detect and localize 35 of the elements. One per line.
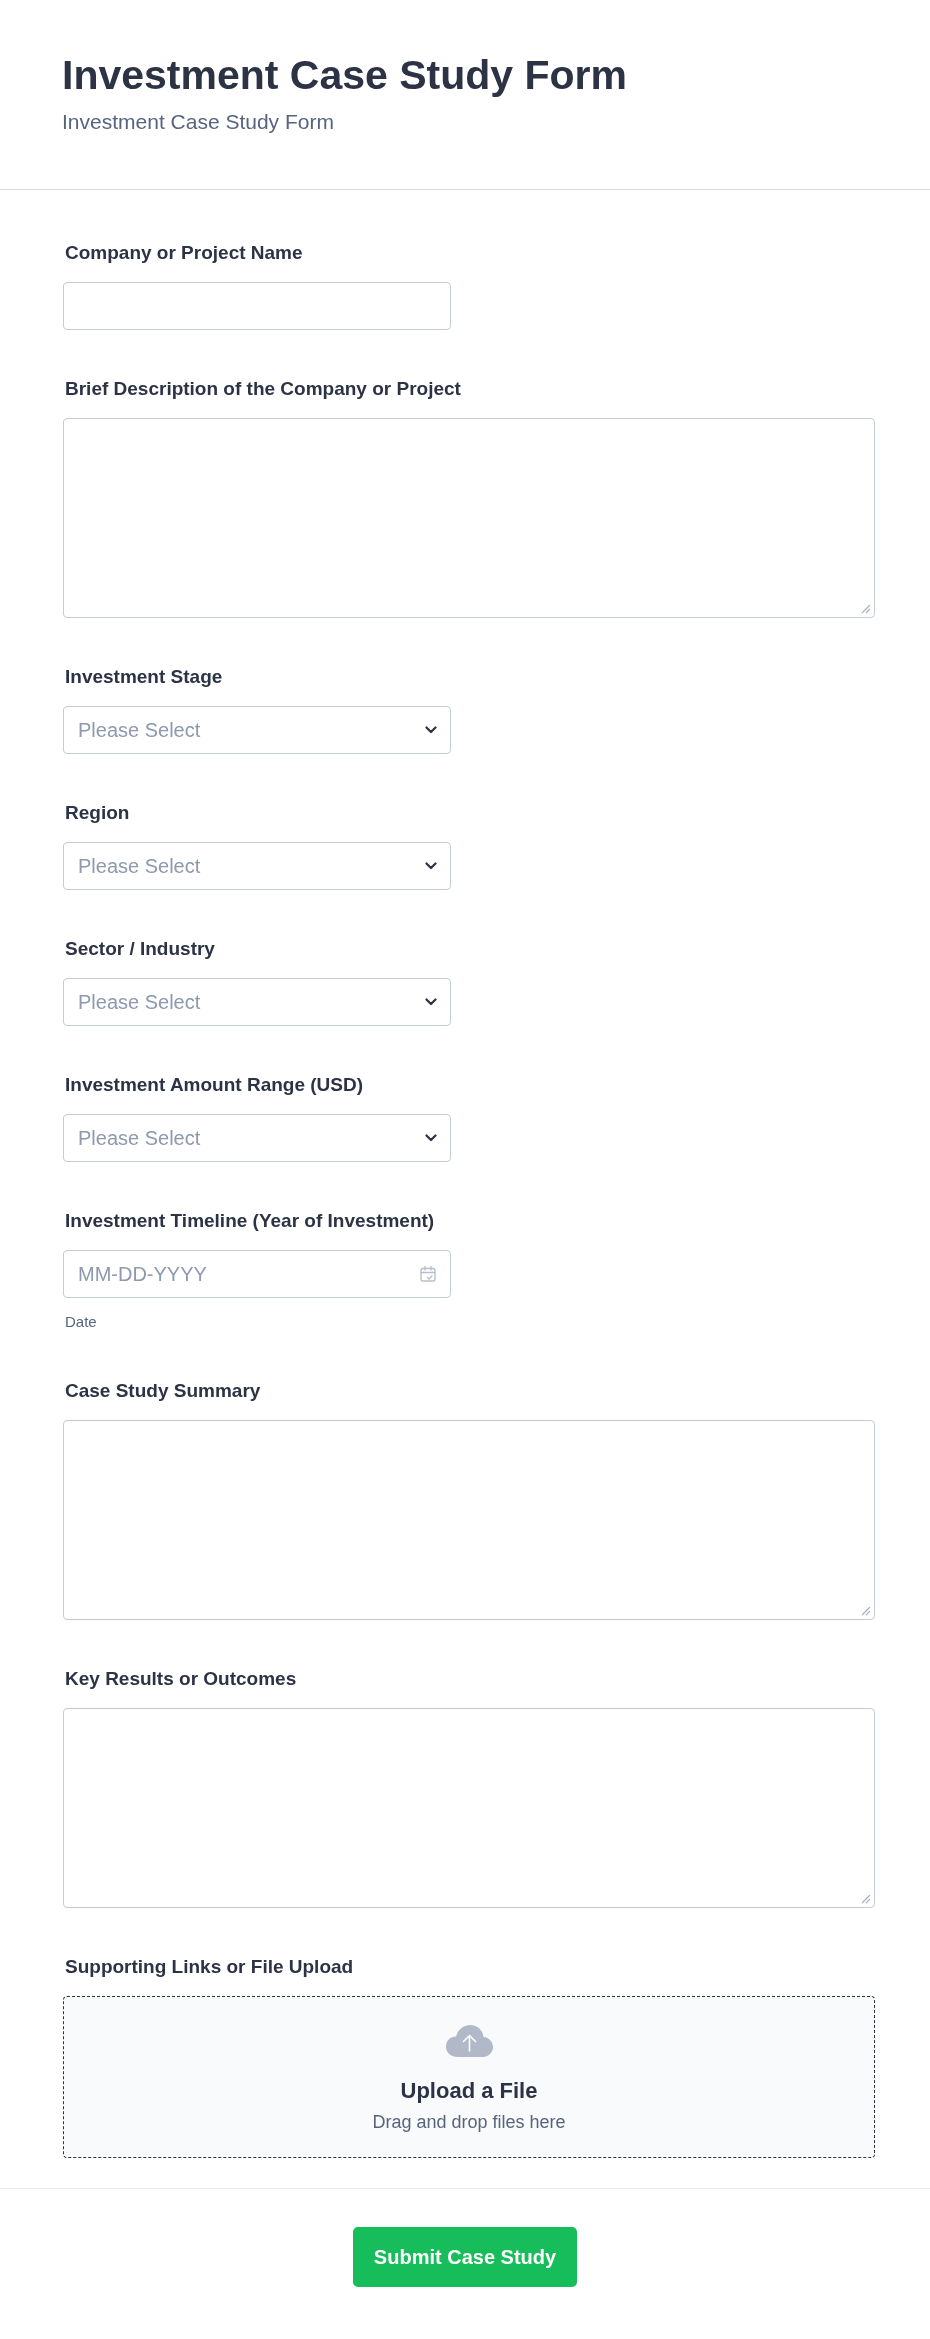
submit-button[interactable]: Submit Case Study [352,2227,578,2287]
field-label: Investment Amount Range (USD) [64,1073,364,1097]
chevron-down-icon [425,726,437,734]
chevron-down-icon [425,862,437,870]
dropdown-field[interactable]: Please Select [63,842,451,890]
field-label: Brief Description of the Company or Project [64,377,461,401]
dropdown-field[interactable]: Please Select [63,1114,451,1162]
field-label: Case Study Summary [64,1379,261,1403]
dropdown-field[interactable]: Please Select [63,978,451,1026]
text-area[interactable] [63,1708,875,1908]
file-dropzone[interactable]: Upload a File Drag and drop files here [63,1996,875,2158]
upload-title: Upload a File [400,2077,538,2105]
field-label: Sector / Industry [64,937,215,961]
resize-grip-icon [861,1894,871,1904]
chevron-down-icon [425,998,437,1006]
text-area[interactable] [63,1420,875,1620]
resize-grip-icon [861,604,871,614]
field-label: Company or Project Name [64,241,303,265]
field-label: Investment Stage [64,665,223,689]
date-input[interactable]: MM-DD-YYYY [63,1250,451,1298]
field-label: Supporting Links or File Upload [64,1955,354,1979]
text-area[interactable] [63,418,875,618]
field-label: Investment Timeline (Year of Investment) [64,1209,435,1233]
chevron-down-icon [425,1134,437,1142]
field-sublabel: Date [64,1312,97,1332]
dropdown-field[interactable]: Please Select [63,706,451,754]
form-subtitle: Investment Case Study Form [62,109,334,135]
field-label: Key Results or Outcomes [64,1667,297,1691]
resize-grip-icon [861,1606,871,1616]
field-label: Region [64,801,130,825]
text-input[interactable] [63,282,451,330]
form-title: Investment Case Study Form [62,53,628,97]
upload-hint: Drag and drop files here [372,2111,566,2134]
calendar-icon [419,1265,437,1283]
cloud-upload-icon [444,2024,494,2058]
